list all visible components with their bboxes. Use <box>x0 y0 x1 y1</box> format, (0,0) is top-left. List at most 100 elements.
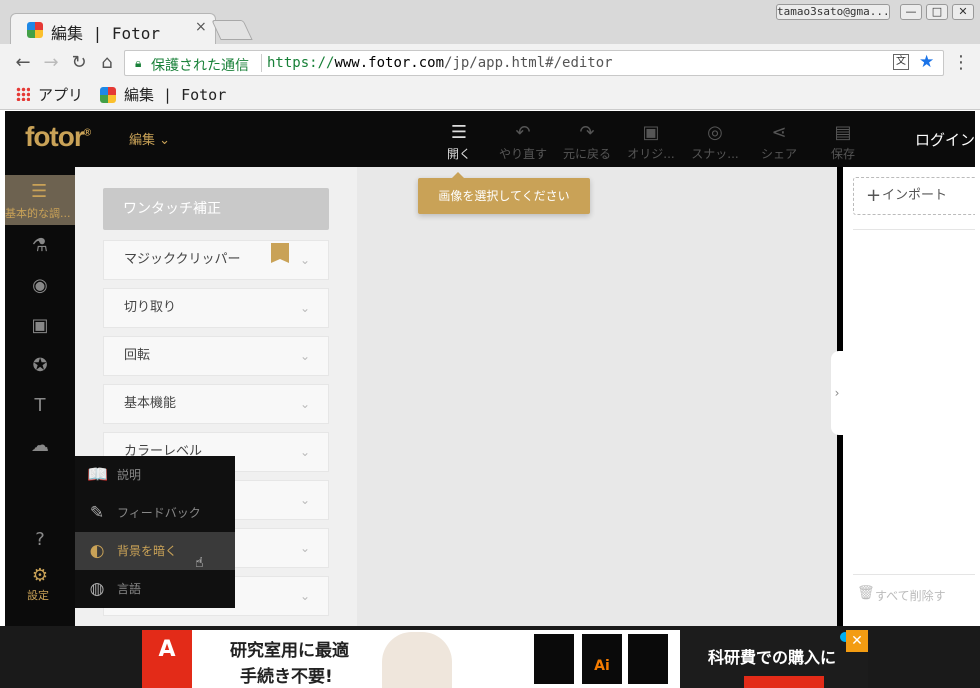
url-bar[interactable]: 🔒︎ 保護された通信 https://www.fotor.com/jp/app.… <box>124 50 944 76</box>
ad-product-box <box>628 634 668 684</box>
chevron-down-icon: ⌄ <box>299 445 310 459</box>
redo-icon: ↶ <box>515 122 531 143</box>
cloud-upload-icon[interactable]: ☁ <box>29 435 51 456</box>
undo-button[interactable]: ↷ 元に戻る <box>555 121 619 162</box>
settings-icon[interactable]: ⚙ <box>29 565 51 586</box>
help-icon[interactable]: ? <box>29 529 51 550</box>
one-touch-button[interactable]: ワンタッチ補正 <box>103 188 329 230</box>
text-icon[interactable]: T <box>29 395 51 416</box>
ad-product-box <box>534 634 574 684</box>
reload-icon[interactable]: ↻ <box>68 52 90 73</box>
divider <box>853 574 975 575</box>
share-icon: ⋖ <box>771 122 787 143</box>
snapshot-button[interactable]: ◎ スナッ... <box>683 121 747 162</box>
browser-tab[interactable]: 編集 | Fotor × <box>10 13 216 44</box>
collapse-panel-button[interactable]: › <box>831 351 843 435</box>
book-icon: 📖 <box>87 465 109 485</box>
nav-basic-adjust[interactable]: ☰ 基本的な調... <box>5 175 75 225</box>
trash-icon: 🗑 <box>857 585 875 601</box>
edit-icon: ✎ <box>89 503 105 523</box>
nav-basic-label: 基本的な調... <box>5 207 71 220</box>
settings-popup-menu: 📖 説明 ✎ フィードバック ◐ 背景を暗く ☝ ◍ 言語 <box>75 456 235 608</box>
share-button[interactable]: ⋖ シェア <box>747 121 811 162</box>
bookmark-star-icon[interactable]: ★ <box>919 52 934 72</box>
adobe-logo: A <box>142 630 192 688</box>
fotor-logo: fotor® <box>25 121 91 152</box>
secure-label: 保護された通信 <box>151 58 249 74</box>
translate-icon[interactable]: 文 <box>893 54 909 70</box>
save-icon: ▤ <box>834 122 852 143</box>
app-topbar: fotor® 編集 ⌄ ☰ 開く ↶ やり直す ↷ 元に戻る ▣ オリジ... … <box>5 111 975 167</box>
accordion-crop[interactable]: 切り取り ⌄ <box>103 288 329 328</box>
ad-person-image <box>382 632 452 688</box>
chevron-down-icon: ⌄ <box>299 589 310 603</box>
ad-content[interactable]: A 研究室用に最適 手続き不要! Ai <box>142 630 680 688</box>
chevron-down-icon: ⌄ <box>299 253 310 267</box>
save-button[interactable]: ▤ 保存 <box>811 121 875 162</box>
menu-lines-icon: ☰ <box>450 122 468 143</box>
plus-icon: + <box>866 185 882 206</box>
divider <box>853 229 975 230</box>
import-button[interactable]: + インポート <box>853 177 975 215</box>
menu-item-language[interactable]: ◍ 言語 <box>75 570 235 608</box>
ad-cta-text: 科研費での購入に <box>708 648 837 667</box>
url-divider <box>261 54 262 72</box>
sliders-icon: ☰ <box>31 181 48 202</box>
lock-icon: 🔒︎ <box>135 56 142 70</box>
image-library-panel: + インポート 🗑 すべて削除す <box>843 167 975 626</box>
new-tab-button[interactable] <box>211 20 253 40</box>
original-button[interactable]: ▣ オリジ... <box>619 121 683 162</box>
editor-canvas[interactable] <box>357 167 837 626</box>
fotor-favicon-icon <box>27 22 43 38</box>
eye-icon[interactable]: ◉ <box>29 275 51 296</box>
browser-tab-strip: 編集 | Fotor × tamao3sato@gma... — □ ✕ <box>0 0 980 44</box>
ad-close-icon[interactable]: ✕ <box>846 630 868 652</box>
select-image-tooltip: 画像を選択してください <box>418 172 590 214</box>
tab-close-icon[interactable]: × <box>195 19 207 35</box>
ad-headline: 研究室用に最適 <box>230 641 349 661</box>
chevron-down-icon: ⌄ <box>299 349 310 363</box>
ad-red-bar <box>744 676 824 688</box>
accordion-basic[interactable]: 基本機能 ⌄ <box>103 384 329 424</box>
settings-label[interactable]: 設定 <box>27 587 49 603</box>
chevron-down-icon: ⌄ <box>299 301 310 315</box>
left-nav: ☰ 基本的な調... ⚗ ◉ ▣ ✪ T ☁ ? ⚙ 設定 <box>5 167 75 626</box>
close-window-button[interactable]: ✕ <box>952 4 974 20</box>
redo-button[interactable]: ↶ やり直す <box>491 121 555 162</box>
chevron-down-icon: ⌄ <box>299 397 310 411</box>
sticker-icon[interactable]: ✪ <box>29 355 51 376</box>
snapshot-icon: ◎ <box>707 122 723 143</box>
forward-icon[interactable]: → <box>40 52 62 73</box>
menu-item-help[interactable]: 📖 説明 <box>75 456 235 494</box>
tab-title: 編集 | Fotor <box>51 24 161 43</box>
menu-item-feedback[interactable]: ✎ フィードバック <box>75 494 235 532</box>
url-text: https://www.fotor.com/jp/app.html#/edito… <box>267 55 613 71</box>
menu-item-dark-background[interactable]: ◐ 背景を暗く ☝ <box>75 532 235 571</box>
login-button[interactable]: ログイン <box>915 129 975 150</box>
minimize-button[interactable]: — <box>900 4 922 20</box>
ad-subheadline: 手続き不要! <box>240 667 333 687</box>
bookmark-fotor[interactable]: 編集 | Fotor <box>124 84 226 105</box>
delete-all-button[interactable]: すべて削除す <box>875 587 946 604</box>
ad-banner[interactable]: A 研究室用に最適 手続き不要! Ai 科研費での購入に ✕ <box>0 626 980 688</box>
apps-grid-icon[interactable] <box>16 87 30 101</box>
chevron-down-icon: ⌄ <box>299 493 310 507</box>
maximize-button[interactable]: □ <box>926 4 948 20</box>
browser-menu-icon[interactable]: ⋮ <box>952 52 970 73</box>
accordion-magic-clipper[interactable]: マジッククリッパー ⌄ <box>103 240 329 280</box>
bookmark-apps[interactable]: アプリ <box>38 84 83 105</box>
flask-icon[interactable]: ⚗ <box>29 235 51 256</box>
back-icon[interactable]: ← <box>12 52 34 73</box>
address-toolbar: ← → ↻ ⌂ 🔒︎ 保護された通信 https://www.fotor.com… <box>0 44 980 80</box>
half-moon-icon: ◐ <box>89 541 105 561</box>
open-button[interactable]: ☰ 開く <box>427 121 491 162</box>
edit-mode-dropdown[interactable]: 編集 ⌄ <box>129 129 170 148</box>
chevron-down-icon: ⌄ <box>299 541 310 555</box>
fotor-bookmark-icon <box>100 87 116 103</box>
profile-badge[interactable]: tamao3sato@gma... <box>776 4 890 20</box>
frame-icon[interactable]: ▣ <box>29 315 51 336</box>
accordion-rotate[interactable]: 回転 ⌄ <box>103 336 329 376</box>
fotor-app: fotor® 編集 ⌄ ☰ 開く ↶ やり直す ↷ 元に戻る ▣ オリジ... … <box>5 111 975 626</box>
home-icon[interactable]: ⌂ <box>96 52 118 73</box>
image-icon: ▣ <box>642 122 660 143</box>
